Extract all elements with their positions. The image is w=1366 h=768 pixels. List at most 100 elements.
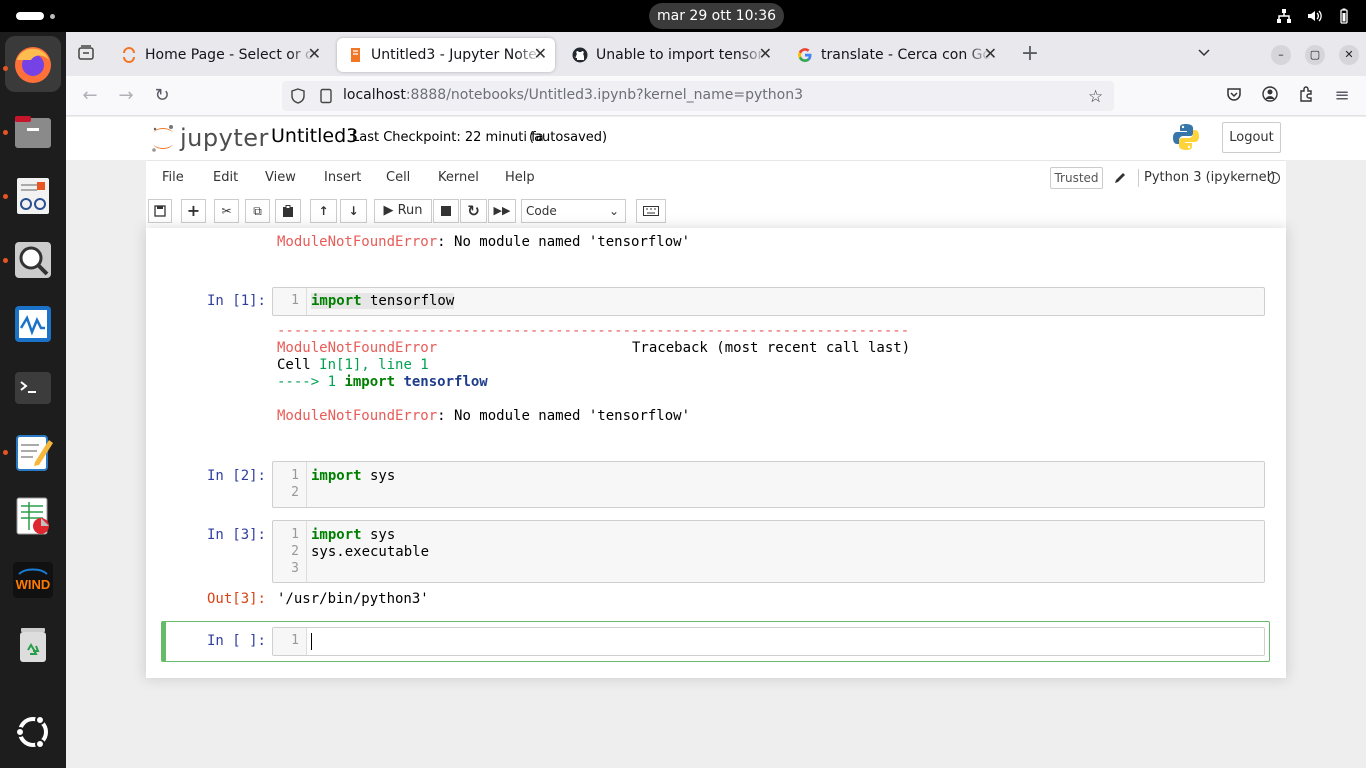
code-cell-input[interactable]: 1 2 import sys (272, 461, 1265, 508)
menu-view[interactable]: View (265, 170, 296, 185)
page-info-icon[interactable] (318, 88, 334, 108)
traceback-separator: ----------------------------------------… (277, 323, 910, 339)
close-tab-icon[interactable]: ✕ (308, 46, 321, 62)
reader-icon[interactable] (5, 168, 61, 224)
menu-kernel[interactable]: Kernel (438, 170, 479, 185)
cut-button[interactable]: ✂ (214, 199, 239, 223)
url-bar[interactable]: localhost:8888/notebooks/Untitled3.ipynb… (282, 81, 1114, 111)
new-tab-icon[interactable]: + (1020, 43, 1040, 65)
tab-overview-icon[interactable] (76, 44, 96, 64)
code-line: import tensorflow (311, 293, 455, 309)
menu-file[interactable]: File (162, 170, 184, 185)
menu-insert[interactable]: Insert (324, 170, 361, 185)
maximize-icon[interactable]: ▢ (1305, 45, 1325, 65)
move-down-button[interactable]: ↓ (340, 199, 367, 223)
close-window-icon[interactable]: ✕ (1339, 45, 1359, 65)
cell-prompt: In [3]: (206, 527, 266, 543)
system-top-bar: mar 29 ott 10:36 (0, 0, 1366, 32)
monitor-icon[interactable] (5, 296, 61, 352)
menu-icon[interactable]: ≡ (1332, 86, 1352, 106)
cell-prompt: In [ ]: (206, 633, 266, 649)
run-button[interactable]: ▶ Run (374, 199, 432, 223)
search-icon[interactable] (5, 232, 61, 288)
stop-icon (441, 206, 451, 216)
logout-button[interactable]: Logout (1222, 122, 1281, 153)
move-up-button[interactable]: ↑ (310, 199, 337, 223)
traceback-cell-ref: Cell In[1], line 1 (277, 357, 429, 373)
trusted-indicator[interactable]: Trusted (1050, 167, 1103, 189)
copy-button[interactable]: ⧉ (245, 199, 270, 223)
url-text: localhost:8888/notebooks/Untitled3.ipynb… (343, 87, 803, 103)
python-logo-icon (1171, 122, 1201, 156)
cell-type-select[interactable]: Code ⌄ (521, 199, 626, 223)
menu-edit[interactable]: Edit (213, 170, 238, 185)
divider (1138, 169, 1139, 187)
svg-text:WIND: WIND (16, 577, 51, 592)
system-tray[interactable] (1276, 6, 1352, 26)
account-icon[interactable] (1260, 86, 1280, 106)
list-all-tabs-icon[interactable] (1194, 44, 1214, 64)
volume-icon (1306, 8, 1322, 24)
back-icon[interactable]: ← (80, 86, 100, 106)
notebook-name[interactable]: Untitled3 (271, 125, 358, 147)
traceback-arrow: ----> 1 import tensorflow (277, 374, 488, 390)
network-icon (1276, 8, 1292, 24)
firefox-icon[interactable] (5, 36, 61, 92)
files-icon[interactable] (5, 104, 61, 160)
command-palette-button[interactable] (636, 199, 666, 223)
chevron-down-icon: ⌄ (608, 204, 619, 218)
tab-bar: Home Page - Select or create a notebook … (66, 32, 1366, 76)
url-host: localhost (343, 87, 406, 103)
text-editor-icon[interactable] (5, 424, 61, 480)
battery-icon (1336, 8, 1352, 24)
close-tab-icon[interactable]: ✕ (534, 46, 547, 62)
tab-home-page[interactable]: Home Page - Select or create a notebook … (111, 38, 329, 72)
reload-icon[interactable]: ↻ (152, 86, 172, 106)
extensions-icon[interactable] (1296, 86, 1316, 106)
menu-cell[interactable]: Cell (386, 170, 410, 185)
tab-google-translate[interactable]: translate - Cerca con Google ✕ (787, 38, 1005, 72)
restart-run-all-button[interactable]: ▶▶ (488, 199, 516, 223)
pencil-icon[interactable] (1113, 170, 1127, 189)
tab-github-issue[interactable]: Unable to import tensorflow ✕ (562, 38, 780, 72)
close-tab-icon[interactable]: ✕ (759, 46, 772, 62)
minimize-icon[interactable]: – (1271, 45, 1291, 65)
spreadsheet-icon[interactable] (5, 488, 61, 544)
trash-icon[interactable] (5, 616, 61, 672)
save-button[interactable] (148, 199, 172, 223)
insert-cell-button[interactable]: + (181, 199, 206, 223)
url-path: :8888/notebooks/Untitled3.ipynb?kernel_n… (405, 87, 803, 103)
code-line: sys.executable (311, 544, 430, 560)
clock[interactable]: mar 29 ott 10:36 (649, 3, 784, 29)
jupyter-logo[interactable]: jupyter (150, 123, 269, 153)
restart-button[interactable]: ↻ (460, 199, 487, 223)
activities-button[interactable] (16, 12, 55, 20)
dock: WIND (0, 32, 66, 768)
code-cell-input[interactable]: 1 import tensorflow (272, 287, 1265, 316)
traceback-header: ModuleNotFoundError Traceback (most recen… (277, 340, 911, 356)
interrupt-button[interactable] (433, 199, 459, 223)
cell-output: '/usr/bin/python3' (277, 591, 429, 607)
pocket-icon[interactable] (1224, 86, 1244, 106)
tab-untitled3[interactable]: Untitled3 - Jupyter Notebook ✕ (337, 38, 555, 72)
code-cell-input[interactable]: 1 2 3 import sys sys.executable (272, 520, 1265, 583)
jupyter-logo-icon (152, 125, 173, 152)
terminal-icon[interactable] (5, 360, 61, 416)
cell-prompt: In [2]: (206, 468, 266, 484)
paste-button[interactable] (275, 199, 301, 223)
jupyter-header: jupyter Untitled3 Last Checkpoint: 22 mi… (66, 117, 1366, 160)
wind-icon[interactable]: WIND (5, 552, 61, 608)
code-cell-input[interactable]: 1 (272, 627, 1265, 656)
forward-icon[interactable]: → (116, 86, 136, 106)
shield-icon[interactable] (290, 88, 306, 108)
code-line: import sys (311, 468, 396, 484)
ubuntu-icon[interactable] (5, 704, 61, 760)
error-message: ModuleNotFoundError: No module named 'te… (277, 408, 691, 424)
close-tab-icon[interactable]: ✕ (984, 46, 997, 62)
run-icon: ▶ (383, 203, 398, 218)
bookmark-star-icon[interactable]: ☆ (1088, 87, 1103, 107)
menu-help[interactable]: Help (505, 170, 535, 185)
notebook-container: ModuleNotFoundError: No module named 'te… (146, 228, 1286, 678)
google-favicon-icon (798, 48, 812, 62)
output-line: ModuleNotFoundError: No module named 'te… (277, 234, 691, 250)
